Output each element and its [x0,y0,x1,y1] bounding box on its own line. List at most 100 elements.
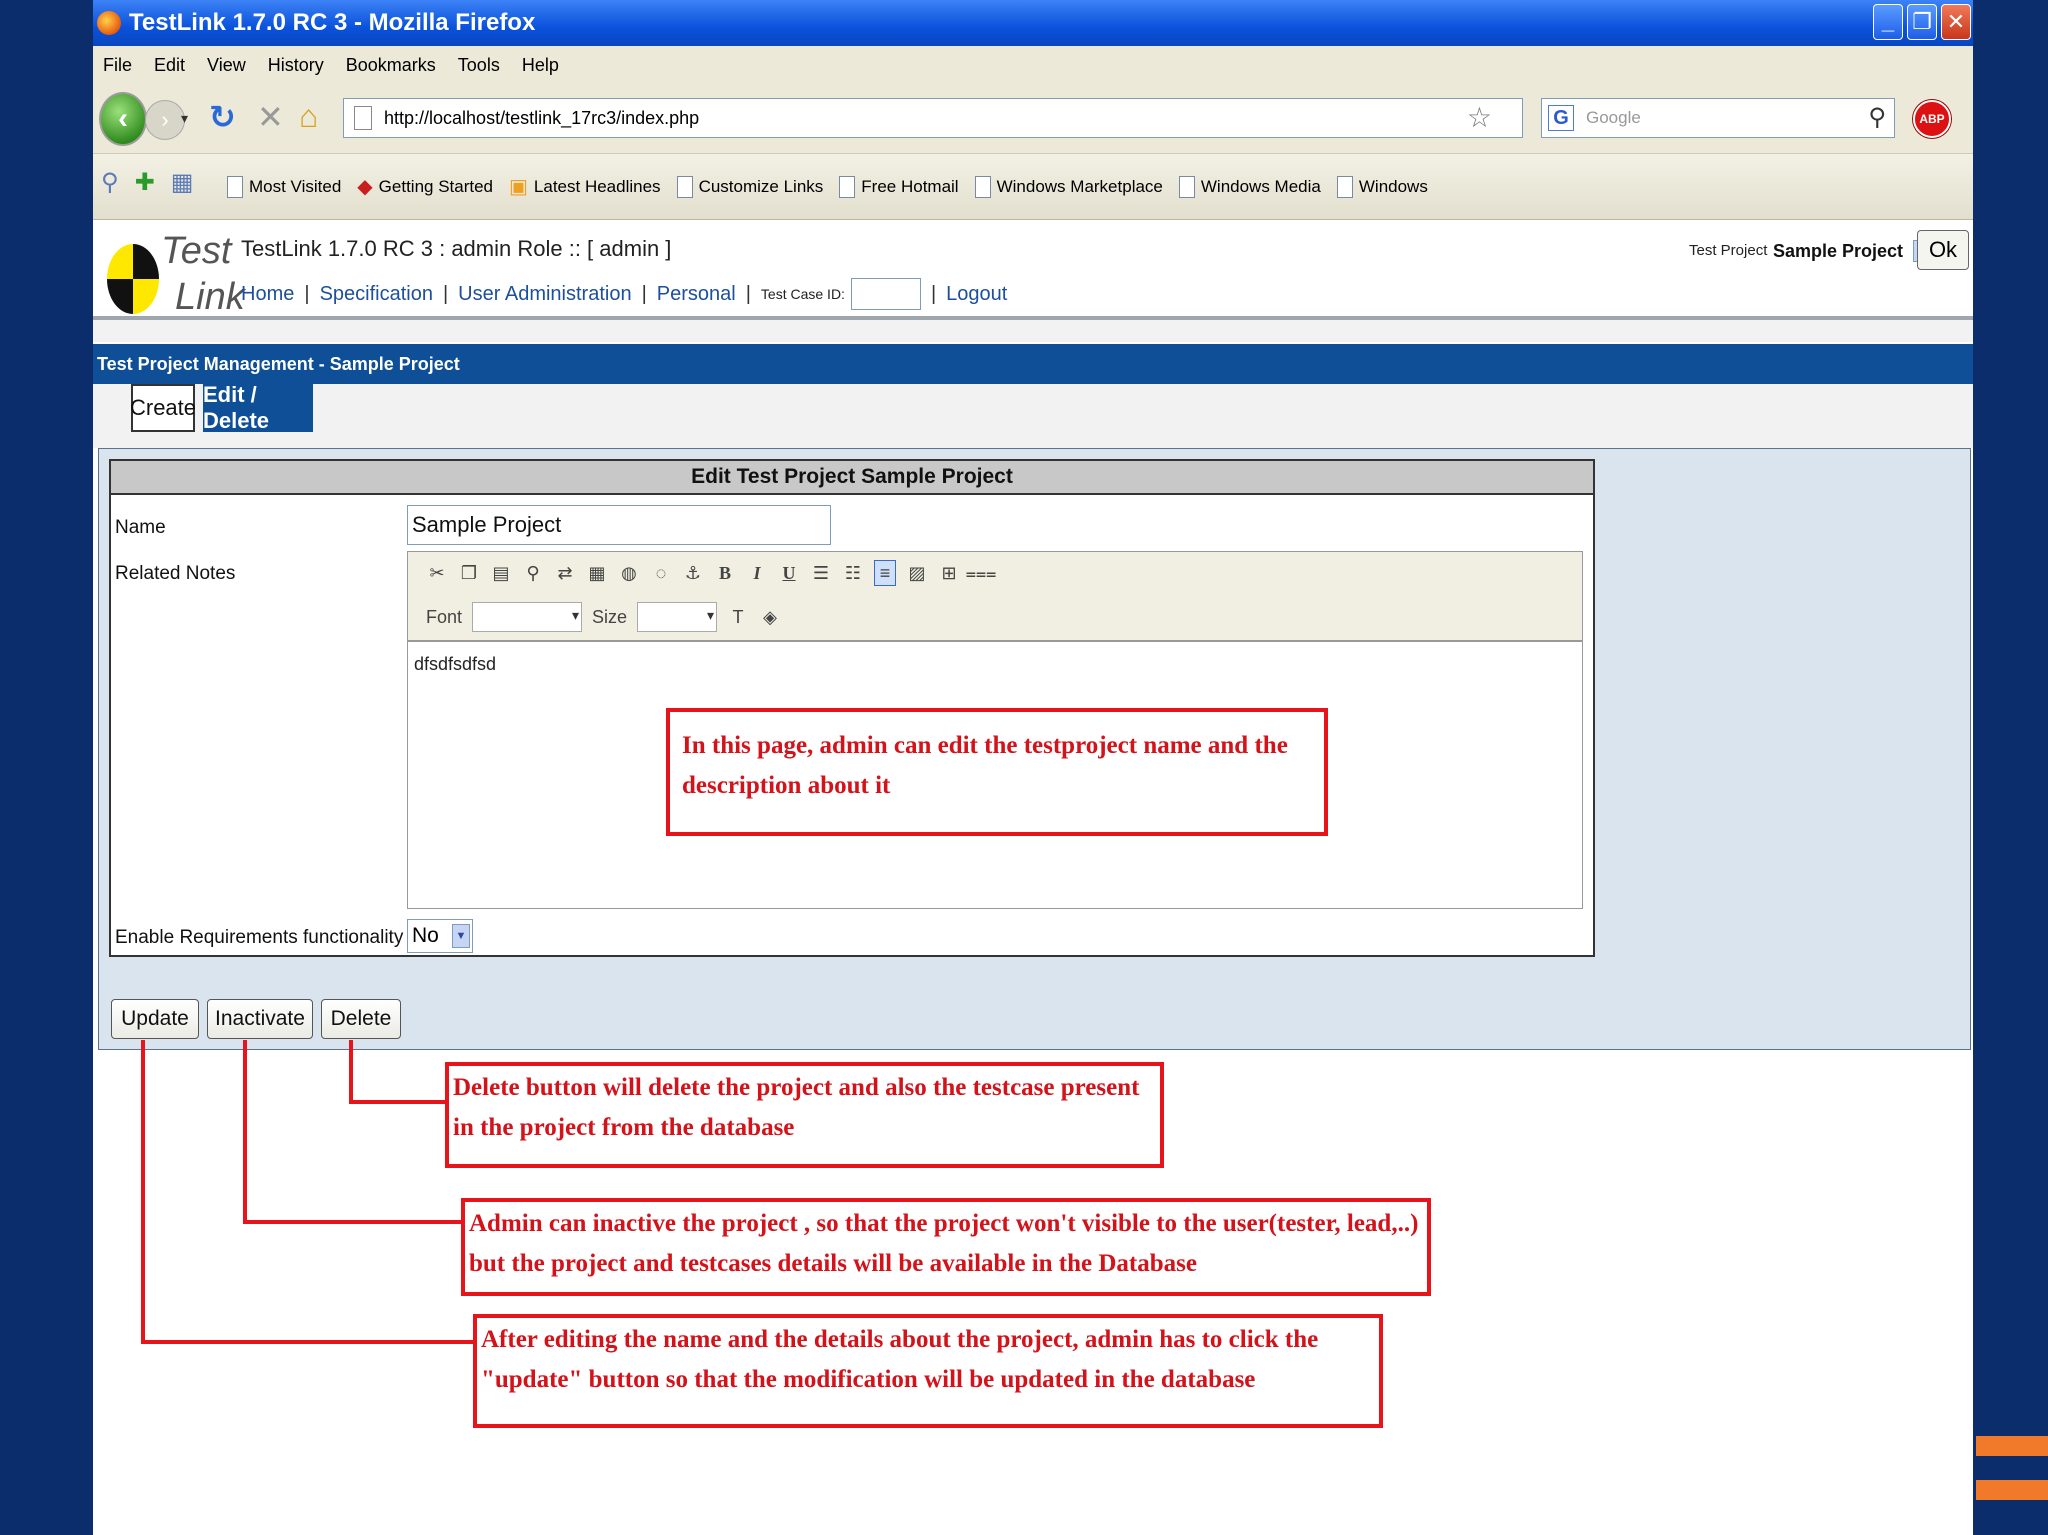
delete-arrow-line [349,1040,353,1104]
replace-icon[interactable]: ⇄ [554,560,576,586]
tab-create[interactable]: Create [130,384,196,432]
tab-edit-delete[interactable]: Edit / Delete [203,382,313,433]
bookmark-windows[interactable]: Windows [1336,175,1428,198]
nav-specification[interactable]: Specification [320,283,433,306]
chevron-down-icon[interactable]: ▼ [452,924,470,948]
background-color-icon[interactable]: ◈ [759,604,781,630]
copy-icon[interactable]: ❐ [458,560,480,586]
bookmark-free-hotmail[interactable]: Free Hotmail [839,175,959,198]
menu-tools[interactable]: Tools [458,55,500,76]
reload-icon[interactable]: ↻ [209,98,236,136]
size-label: Size [592,606,628,627]
project-label: Test Project [1689,242,1768,259]
bookmark-windows-media[interactable]: Windows Media [1178,175,1321,198]
nav-separator: | [930,282,937,305]
calendar-icon[interactable]: ▦ [171,168,194,197]
minimize-button[interactable]: _ [1873,4,1903,40]
bookmark-icon [1336,175,1353,198]
bookmark-customize-links[interactable]: Customize Links [676,175,823,198]
test-case-id-input[interactable] [850,278,921,310]
bookmark-icon [676,175,693,198]
inactivate-button[interactable]: Inactivate [207,999,313,1039]
underline-icon[interactable]: U [778,560,800,586]
home-icon[interactable]: ⌂ [299,98,318,135]
bookmark-getting-started[interactable]: ◆ Getting Started [357,174,493,199]
anchor-icon[interactable]: ⚓ [682,560,704,586]
menu-view[interactable]: View [207,55,246,76]
align-left-icon[interactable]: ≡ [874,560,896,586]
menu-bookmarks[interactable]: Bookmarks [346,55,436,76]
requirements-select[interactable]: No ▼ [407,919,473,953]
nav-logout[interactable]: Logout [946,283,1007,306]
ordered-list-icon[interactable]: ☰ [810,560,832,586]
project-select-value: Sample Project [1773,240,1904,261]
restore-button[interactable]: ❐ [1907,4,1937,40]
forward-button[interactable]: › [145,100,185,140]
related-notes-label: Related Notes [115,563,236,584]
font-label: Font [426,606,463,627]
select-all-icon[interactable]: ▦ [586,560,608,586]
adblock-icon[interactable]: ABP [1913,100,1951,138]
table-icon[interactable]: ⊞ [938,560,960,586]
nav-user-administration[interactable]: User Administration [458,283,631,306]
bookmark-latest-headlines[interactable]: ▣ Latest Headlines [509,174,661,199]
delete-annotation: Delete button will delete the project an… [445,1062,1164,1168]
search-placeholder: Google [1586,108,1641,127]
add-page-icon[interactable]: ✚ [135,168,155,197]
unlink-icon[interactable]: ◌ [650,560,672,586]
image-icon[interactable]: ▨ [906,560,928,586]
project-select[interactable]: Sample Project ▼ [1773,236,1934,266]
address-bar[interactable]: http://localhost/testlink_17rc3/index.ph… [343,98,1523,138]
menu-file[interactable]: File [103,55,132,76]
bookmark-icon [839,175,856,198]
window-title: TestLink 1.7.0 RC 3 - Mozilla Firefox [129,9,536,36]
star-icon[interactable]: ☆ [1467,101,1492,134]
stop-icon[interactable]: ✕ [257,98,284,136]
orange-stripe [1976,1480,2048,1500]
find-icon[interactable]: ⚲ [522,560,544,586]
horizontal-rule-icon[interactable]: ⩶ [966,560,997,586]
menu-edit[interactable]: Edit [154,55,185,76]
tab-strip: Create Edit / Delete [93,382,1973,448]
update-annotation: After editing the name and the details a… [473,1314,1383,1428]
search-icon[interactable]: ⚲ [1868,103,1886,132]
size-select[interactable] [637,602,718,632]
paste-icon[interactable]: ▤ [490,560,512,586]
menu-help[interactable]: Help [522,55,559,76]
nav-home[interactable]: Home [241,283,294,306]
delete-button[interactable]: Delete [321,999,401,1039]
update-arrow-line [141,1040,145,1344]
nav-separator: | [304,282,310,305]
back-button[interactable]: ‹ [99,92,147,146]
notes-editor-content: dfsdfsdfsd [414,654,497,674]
inactivate-arrow-line [243,1040,247,1224]
italic-icon[interactable]: I [746,560,768,586]
bookmark-most-visited[interactable]: Most Visited [227,175,341,198]
text-color-icon[interactable]: T [727,604,749,630]
name-input[interactable]: Sample Project [407,505,831,545]
nav-personal[interactable]: Personal [657,283,736,306]
zoom-icon[interactable]: ⚲ [101,168,119,197]
section-title: Test Project Management - Sample Project [93,344,1973,384]
unordered-list-icon[interactable]: ☷ [842,560,864,586]
update-button[interactable]: Update [111,999,199,1039]
bookmark-windows-marketplace[interactable]: Windows Marketplace [974,175,1163,198]
nav-separator: | [641,282,647,305]
google-icon[interactable]: G [1548,105,1574,131]
url-text: http://localhost/testlink_17rc3/index.ph… [384,107,700,128]
search-bar[interactable]: G Google ⚲ [1541,98,1895,138]
bookmark-tools: ⚲ ✚ ▦ [101,168,193,197]
inactivate-annotation: Admin can inactive the project , so that… [461,1198,1431,1296]
ok-button[interactable]: Ok [1917,230,1969,270]
logo-target-icon [107,244,159,314]
close-button[interactable]: ✕ [1941,4,1971,40]
requirements-select-value: No [412,924,439,947]
link-icon[interactable]: ◍ [618,560,640,586]
navigation-toolbar: ‹ › ▾ ↻ ✕ ⌂ http://localhost/testlink_17… [93,84,1973,154]
menu-history[interactable]: History [268,55,324,76]
cut-icon[interactable]: ✂ [426,560,448,586]
history-dropdown-icon[interactable]: ▾ [181,110,188,127]
nav-separator: | [442,282,449,305]
bold-icon[interactable]: B [714,560,736,586]
font-select[interactable] [472,602,583,632]
